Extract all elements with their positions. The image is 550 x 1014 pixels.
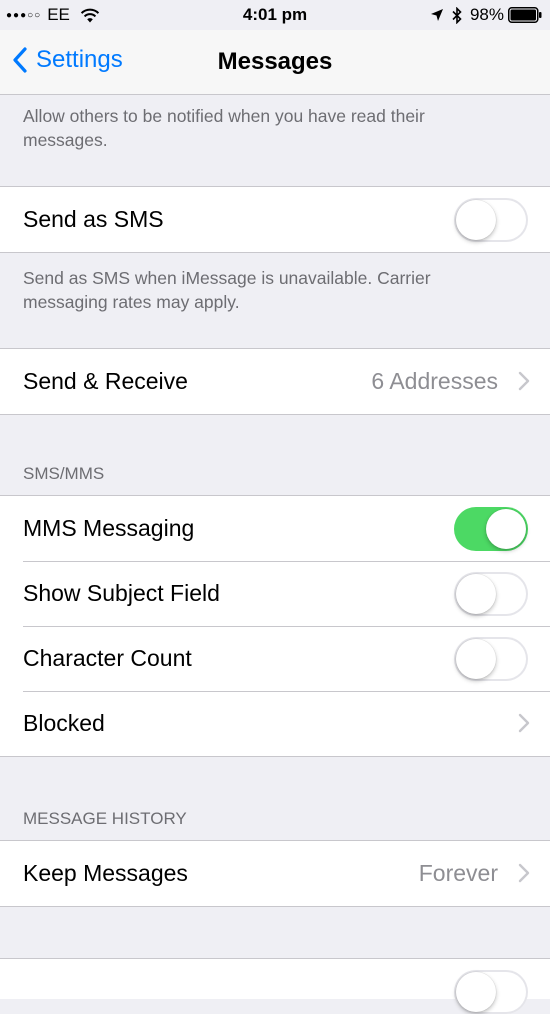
character-count-row: Character Count [0, 626, 550, 691]
character-count-switch[interactable] [454, 637, 528, 681]
sms-mms-group: MMS Messaging Show Subject Field Charact… [0, 495, 550, 757]
page-title: Messages [217, 48, 333, 75]
chevron-right-icon [518, 713, 530, 738]
show-subject-field-label: Show Subject Field [23, 580, 220, 606]
navigation-bar: Settings Messages [0, 30, 550, 95]
chevron-right-icon [518, 863, 530, 888]
send-receive-label: Send & Receive [23, 368, 188, 394]
mms-messaging-row: MMS Messaging [0, 496, 550, 561]
keep-messages-detail: Forever [418, 860, 498, 886]
character-count-label: Character Count [23, 645, 192, 671]
keep-messages-row[interactable]: Keep Messages Forever [0, 841, 550, 906]
battery-icon [508, 7, 542, 23]
send-receive-row[interactable]: Send & Receive 6 Addresses [0, 349, 550, 414]
show-subject-field-switch[interactable] [454, 572, 528, 616]
blocked-label: Blocked [23, 710, 105, 736]
send-as-sms-group: Send as SMS [0, 186, 550, 253]
switch-knob [456, 574, 496, 614]
mms-messaging-switch[interactable] [454, 507, 528, 551]
keep-messages-label: Keep Messages [23, 860, 188, 886]
switch-knob [456, 200, 496, 240]
sms-mms-section-header: SMS/MMS [23, 464, 105, 483]
show-subject-field-row: Show Subject Field [0, 561, 550, 626]
switch-knob [456, 972, 496, 1012]
next-settings-group [0, 958, 550, 1014]
send-receive-detail: 6 Addresses [371, 368, 498, 394]
send-as-sms-footer: Send as SMS when iMessage is unavailable… [23, 268, 431, 312]
status-right: 98% [430, 5, 542, 25]
chevron-right-icon [518, 371, 530, 396]
blocked-row[interactable]: Blocked [0, 691, 550, 756]
battery-percentage: 98% [469, 5, 504, 24]
send-receive-group: Send & Receive 6 Addresses [0, 348, 550, 415]
switch-knob [456, 639, 496, 679]
bluetooth-icon [452, 6, 462, 24]
switch-knob [486, 509, 526, 549]
read-receipts-footer: Allow others to be notified when you hav… [23, 106, 425, 150]
message-history-section-header: MESSAGE HISTORY [23, 809, 187, 828]
send-as-sms-label: Send as SMS [23, 206, 164, 232]
send-as-sms-row: Send as SMS [0, 187, 550, 252]
partially-visible-switch[interactable] [454, 970, 528, 1014]
mms-messaging-label: MMS Messaging [23, 515, 195, 541]
message-history-group: Keep Messages Forever [0, 840, 550, 907]
send-as-sms-switch[interactable] [454, 198, 528, 242]
location-arrow-icon [430, 8, 444, 22]
status-bar: ●●●○○ EE 4:01 pm 98% [0, 0, 550, 30]
